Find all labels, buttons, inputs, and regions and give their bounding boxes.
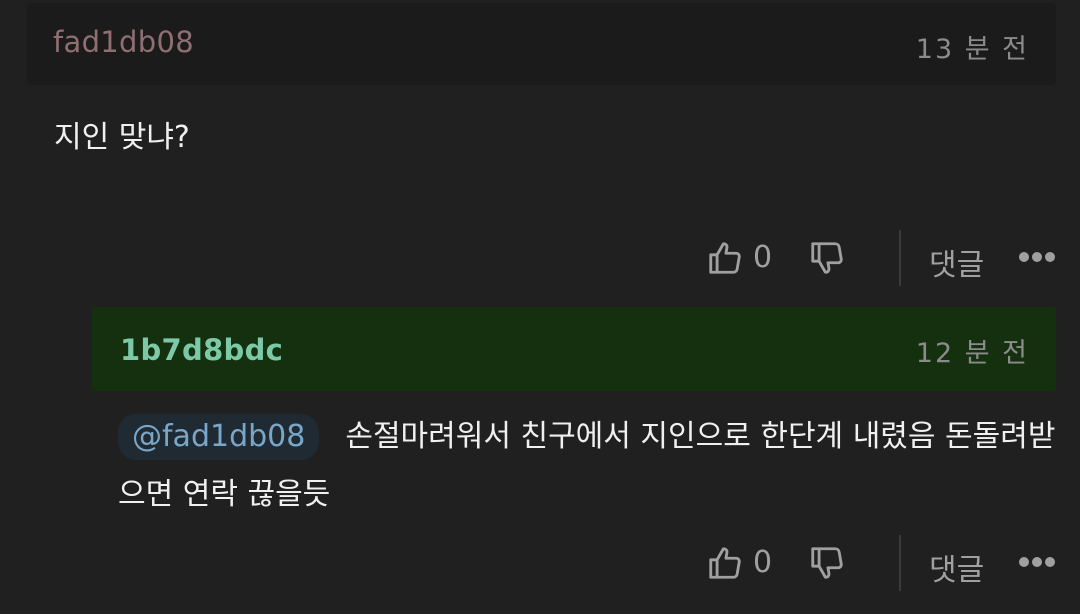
like-count: 0 [753,545,773,580]
reply-body: @fad1db08 손절마려워서 친구에서 지인으로 한단계 내렸음 돈돌려받으면… [118,408,1058,524]
like-count: 0 [753,240,773,275]
reply-button[interactable]: 댓글 [929,240,984,284]
reply-button[interactable]: 댓글 [929,545,984,589]
more-dots-icon[interactable] [1018,250,1056,264]
thumbs-up-icon[interactable] [706,239,744,277]
thumbs-down-icon[interactable] [808,239,846,277]
reply-actions: 0 댓글 [0,533,1080,593]
reply-username[interactable]: 1b7d8bdc [120,333,283,367]
comment-body: 지인 맞냐? [54,120,190,155]
reply-header: 1b7d8bdc 12 분 전 [92,307,1056,391]
action-divider [899,230,901,286]
comment-timestamp: 13 분 전 [915,34,1029,65]
thumbs-up-icon[interactable] [706,544,744,582]
thumbs-down-icon[interactable] [808,544,846,582]
more-dots-icon[interactable] [1018,555,1056,569]
action-divider [899,535,901,591]
comment-actions: 0 댓글 [0,228,1080,288]
comment-header: fad1db08 13 분 전 [27,3,1056,85]
mention-tag[interactable]: @fad1db08 [118,414,320,460]
comment-username[interactable]: fad1db08 [53,25,194,59]
reply-timestamp: 12 분 전 [915,338,1029,369]
